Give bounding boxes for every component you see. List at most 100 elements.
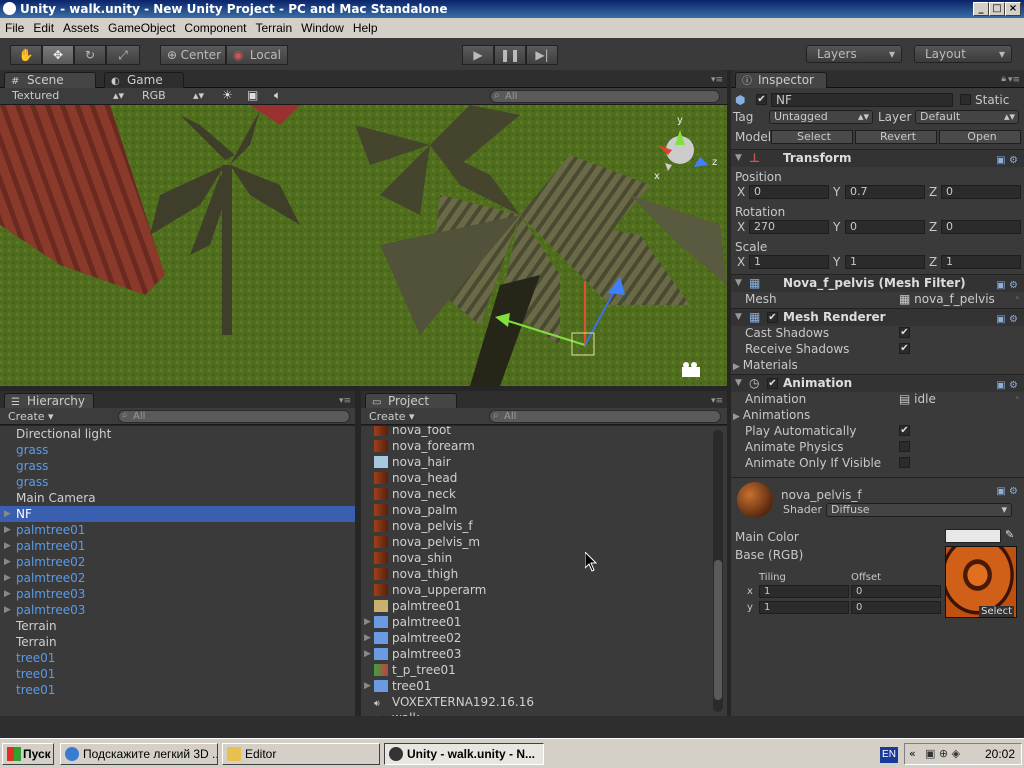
hierarchy-item[interactable]: ▶ palmtree02	[0, 570, 355, 586]
project-item[interactable]: 🔊︎ VOXEXTERNA192.16.16	[362, 694, 712, 710]
scene-viewport[interactable]: y x z	[0, 105, 727, 386]
project-item[interactable]: nova_shin	[362, 550, 712, 566]
animation-clip-value[interactable]: ▤ idle	[899, 392, 936, 406]
hierarchy-search-input[interactable]: All	[118, 410, 350, 423]
menu-edit[interactable]: Edit	[33, 21, 54, 35]
project-item[interactable]: nova_foot	[362, 426, 712, 438]
object-picker-icon[interactable]: ◦	[1015, 294, 1020, 304]
scale-z-field[interactable]: 1	[941, 255, 1021, 269]
layout-dropdown[interactable]: Layout	[914, 45, 1012, 63]
cast-shadows-checkbox[interactable]: ✔	[899, 327, 910, 338]
hierarchy-item[interactable]: grass	[0, 458, 355, 474]
rotation-z-field[interactable]: 0	[941, 220, 1021, 234]
receive-shadows-checkbox[interactable]: ✔	[899, 343, 910, 354]
project-create-button[interactable]: Create ▾	[369, 410, 415, 423]
panel-menu-icon[interactable]: ▾≡	[711, 75, 723, 85]
start-button[interactable]: Пуск	[2, 743, 54, 765]
position-z-field[interactable]: 0	[941, 185, 1021, 199]
materials-foldout[interactable]: ▶ Materials	[733, 358, 798, 372]
animation-enabled-checkbox[interactable]: ✔	[767, 378, 778, 389]
menu-assets[interactable]: Assets	[63, 21, 99, 35]
offset-y-field[interactable]: 0	[851, 601, 941, 614]
tab-hierarchy[interactable]: ☰ Hierarchy	[4, 393, 94, 409]
maximize-button[interactable]: □	[989, 2, 1005, 16]
model-revert-button[interactable]: Revert	[855, 130, 937, 144]
base-texture-slot[interactable]: Select	[945, 546, 1017, 618]
tab-project[interactable]: ▭ Project	[365, 393, 457, 409]
project-item[interactable]: t_p_tree01	[362, 662, 712, 678]
expand-arrow-icon[interactable]: ▶	[4, 538, 11, 554]
animate-physics-checkbox[interactable]	[899, 441, 910, 452]
mesh-filter-header[interactable]: ▼ ▦ Nova_f_pelvis (Mesh Filter) ▣ ⚙	[731, 274, 1024, 292]
scene-search-input[interactable]: All	[490, 90, 720, 103]
inspector-menu-icon[interactable]: ▾≡	[1008, 75, 1020, 85]
expand-arrow-icon[interactable]: ▶	[364, 646, 371, 662]
hierarchy-item[interactable]: ▶ palmtree03	[0, 586, 355, 602]
static-checkbox[interactable]	[960, 94, 971, 105]
expand-arrow-icon[interactable]: ▶	[364, 630, 371, 646]
minimize-button[interactable]: _	[973, 2, 989, 16]
position-x-field[interactable]: 0	[749, 185, 829, 199]
project-item[interactable]: nova_thigh	[362, 566, 712, 582]
project-item[interactable]: ▶ palmtree02	[362, 630, 712, 646]
rotate-tool-button[interactable]: ↻	[74, 45, 106, 65]
project-item[interactable]: nova_hair	[362, 454, 712, 470]
pause-button[interactable]: ❚❚	[494, 45, 526, 65]
menu-terrain[interactable]: Terrain	[255, 21, 292, 35]
close-button[interactable]: ×	[1005, 2, 1021, 16]
render-mode-dropdown[interactable]: Textured ▴▾	[12, 89, 124, 102]
project-menu-icon[interactable]: ▾≡	[711, 396, 723, 406]
hierarchy-item[interactable]: tree01	[0, 682, 355, 698]
texture-select-button[interactable]: Select	[979, 606, 1014, 617]
component-help-icon[interactable]: ▣ ⚙	[996, 377, 1018, 394]
task-unity[interactable]: Unity - walk.unity - N...	[384, 743, 544, 765]
scene-fx-toggle[interactable]: ▣	[247, 88, 258, 102]
task-browser[interactable]: Подскажите легкий 3D ...	[60, 743, 218, 765]
tab-game[interactable]: ◐ Game	[104, 72, 184, 88]
scene-audio-toggle[interactable]: 🔈︎	[274, 88, 281, 103]
project-scroll-thumb[interactable]	[714, 560, 722, 700]
tab-scene[interactable]: # Scene	[4, 72, 96, 88]
hierarchy-item[interactable]: Directional light	[0, 426, 355, 442]
animations-foldout[interactable]: ▶ Animations	[733, 408, 810, 422]
scene-lighting-toggle[interactable]: ☀	[222, 88, 233, 102]
scale-x-field[interactable]: 1	[749, 255, 829, 269]
animate-visible-checkbox[interactable]	[899, 457, 910, 468]
project-item[interactable]: ▶ palmtree03	[362, 646, 712, 662]
project-item[interactable]: palmtree01	[362, 598, 712, 614]
tab-inspector[interactable]: ⓘ Inspector	[735, 72, 827, 88]
pivot-local-button[interactable]: ◉ Local	[226, 45, 288, 65]
model-open-button[interactable]: Open	[939, 130, 1021, 144]
expand-arrow-icon[interactable]: ▶	[364, 614, 371, 630]
menu-gameobject[interactable]: GameObject	[108, 21, 175, 35]
scale-y-field[interactable]: 1	[845, 255, 925, 269]
pivot-center-button[interactable]: ⊕ Center	[160, 45, 226, 65]
model-select-button[interactable]: Select	[771, 130, 853, 144]
step-button[interactable]: ▶|	[526, 45, 558, 65]
mesh-value[interactable]: ▦ nova_f_pelvis	[899, 292, 995, 306]
hierarchy-item[interactable]: grass	[0, 442, 355, 458]
hierarchy-item[interactable]: grass	[0, 474, 355, 490]
layers-dropdown[interactable]: Layers	[806, 45, 902, 63]
expand-arrow-icon[interactable]: ▶	[4, 554, 11, 570]
component-help-icon[interactable]: ▣ ⚙	[996, 277, 1018, 294]
expand-arrow-icon[interactable]: ▶	[4, 602, 11, 618]
shader-dropdown[interactable]: Diffuse ▾	[826, 503, 1012, 517]
tiling-x-field[interactable]: 1	[759, 585, 849, 598]
position-y-field[interactable]: 0.7	[845, 185, 925, 199]
project-item[interactable]: nova_forearm	[362, 438, 712, 454]
rotation-y-field[interactable]: 0	[845, 220, 925, 234]
eyedropper-icon[interactable]: ✎	[1005, 528, 1014, 541]
tiling-y-field[interactable]: 1	[759, 601, 849, 614]
project-item[interactable]: nova_head	[362, 470, 712, 486]
rotation-x-field[interactable]: 270	[749, 220, 829, 234]
hierarchy-item[interactable]: ▶ palmtree02	[0, 554, 355, 570]
layer-dropdown[interactable]: Default ▴▾	[915, 110, 1019, 124]
menu-component[interactable]: Component	[184, 21, 246, 35]
expand-arrow-icon[interactable]: ▶	[4, 586, 11, 602]
project-item[interactable]: ▶ palmtree01	[362, 614, 712, 630]
language-indicator[interactable]: EN	[880, 747, 898, 763]
mesh-renderer-enabled-checkbox[interactable]: ✔	[767, 312, 778, 323]
lock-icon[interactable]: 🔒︎	[1001, 74, 1006, 84]
expand-arrow-icon[interactable]: ▶	[4, 506, 11, 522]
